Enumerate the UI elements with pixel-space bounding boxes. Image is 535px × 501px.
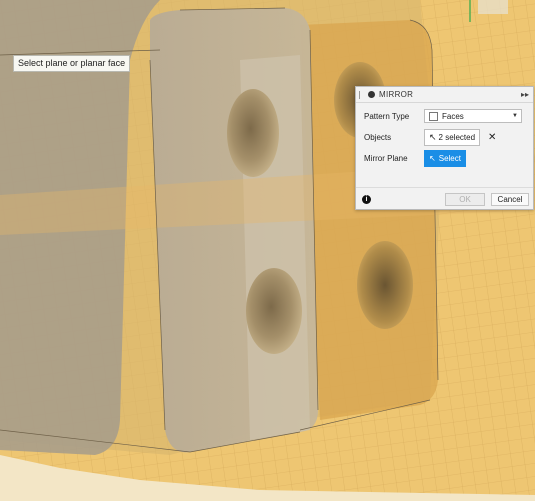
- clear-icon[interactable]: ✕: [488, 132, 496, 143]
- cancel-button[interactable]: Cancel: [491, 192, 529, 206]
- dialog-title: MIRROR: [379, 90, 414, 99]
- info-icon[interactable]: i: [362, 194, 371, 204]
- cursor-icon: ↖: [429, 154, 436, 163]
- drag-handle-icon[interactable]: [359, 90, 366, 99]
- hole-bottom-left: [246, 268, 302, 354]
- dialog-footer: i OK Cancel: [356, 187, 533, 210]
- objects-value: 2 selected: [438, 133, 476, 142]
- pattern-type-label: Pattern Type: [364, 111, 410, 121]
- objects-row: Objects ↖ 2 selected ✕: [364, 129, 496, 146]
- 3d-viewport[interactable]: [0, 0, 535, 501]
- command-icon: [368, 91, 375, 98]
- selection-tooltip: Select plane or planar face: [13, 55, 131, 72]
- hole-bottom-right: [357, 241, 413, 329]
- mirror-plane-row: Mirror Plane ↖ Select: [364, 150, 466, 167]
- mirror-plane-select-button[interactable]: ↖ Select: [424, 150, 466, 167]
- ok-button[interactable]: OK: [445, 192, 485, 206]
- mirror-plane-label: Mirror Plane: [364, 154, 408, 163]
- objects-label: Objects: [364, 133, 392, 142]
- dropdown-caret-icon: ▼: [512, 113, 518, 119]
- dialog-titlebar[interactable]: MIRROR ▸▸: [356, 87, 533, 103]
- mirror-plane-select-label: Select: [438, 154, 461, 163]
- expand-icon[interactable]: ▸▸: [521, 90, 529, 99]
- cursor-icon: ↖: [429, 132, 437, 142]
- pattern-type-row: Pattern Type Faces ▼: [364, 109, 522, 123]
- pattern-type-dropdown[interactable]: Faces ▼: [424, 109, 522, 123]
- objects-selection-button[interactable]: ↖ 2 selected: [424, 129, 481, 146]
- checkbox-icon: [429, 111, 438, 121]
- hole-top-left: [227, 89, 279, 177]
- pattern-type-value: Faces: [442, 111, 464, 121]
- mirror-dialog: MIRROR ▸▸ Pattern Type Faces ▼ Objects ↖…: [355, 86, 534, 210]
